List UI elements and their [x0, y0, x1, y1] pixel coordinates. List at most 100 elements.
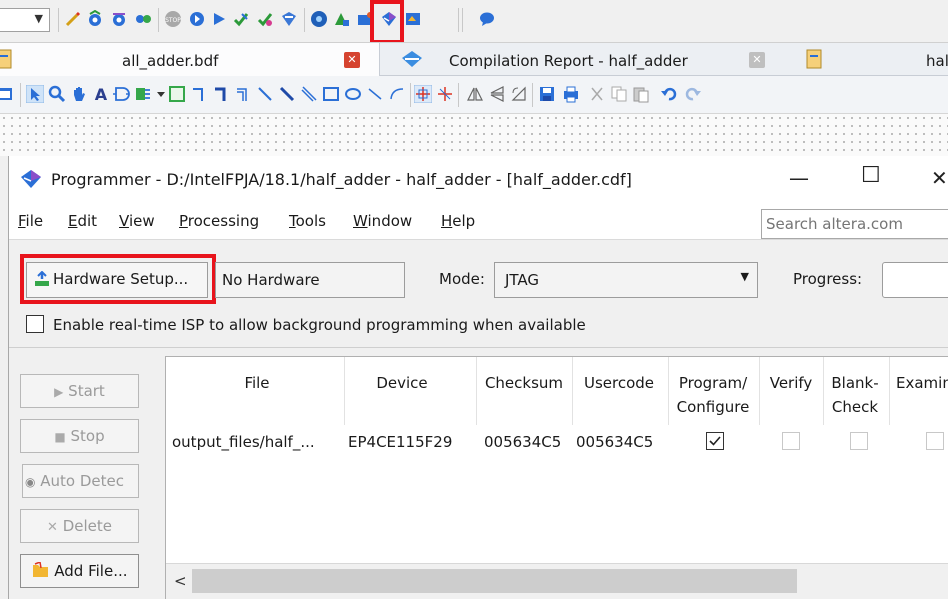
synthesis-gear-icon[interactable] — [110, 10, 128, 28]
assembler-icon[interactable] — [256, 10, 274, 28]
close-icon[interactable]: ✕ — [749, 52, 765, 68]
tab-label: Compilation Report - half_adder — [449, 52, 688, 70]
start-icon: ▶ — [54, 385, 64, 399]
close-button[interactable]: ✕ — [931, 166, 948, 190]
symbol-tool-icon[interactable] — [112, 85, 130, 103]
header-file[interactable]: File — [232, 371, 282, 395]
menu-file[interactable]: File — [18, 212, 43, 230]
paste-icon[interactable] — [632, 85, 650, 103]
hand-pan-icon[interactable] — [70, 85, 88, 103]
scrollbar-thumb[interactable] — [192, 569, 797, 593]
menu-view[interactable]: View — [119, 212, 155, 230]
check-arrow-icon[interactable] — [232, 10, 250, 28]
pin-planner-icon[interactable] — [332, 10, 350, 28]
pencil-icon[interactable] — [64, 10, 82, 28]
diagonal-node-icon[interactable] — [256, 85, 274, 103]
header-device[interactable]: Device — [362, 371, 442, 395]
column-divider — [476, 357, 477, 425]
cut-icon[interactable] — [588, 85, 606, 103]
blank-check-checkbox[interactable] — [850, 432, 868, 450]
mode-select[interactable]: JTAG ▼ — [494, 262, 758, 298]
delete-button[interactable]: ✕ Delete — [20, 509, 139, 543]
line-tool-icon[interactable] — [366, 85, 384, 103]
close-icon[interactable]: ✕ — [344, 52, 360, 68]
toolbar-dropdown[interactable]: ▼ — [0, 8, 50, 32]
menu-edit[interactable]: Edit — [68, 212, 97, 230]
menu-processing[interactable]: Processing — [179, 212, 259, 230]
add-file-button[interactable]: Add File... — [20, 554, 139, 588]
menu-window[interactable]: Window — [353, 212, 412, 230]
examine-checkbox[interactable] — [926, 432, 944, 450]
column-divider — [572, 357, 573, 425]
mode-label: Mode: — [439, 270, 485, 288]
flip-horizontal-icon[interactable] — [466, 85, 484, 103]
rotate-icon[interactable] — [510, 85, 528, 103]
action-buttons: ▶ Start ■ Stop ◉ Auto Detec ✕ Delete Add… — [9, 348, 161, 599]
flip-vertical-icon[interactable] — [488, 85, 506, 103]
window-icon[interactable] — [0, 85, 14, 103]
compile-icon[interactable] — [188, 10, 206, 28]
rubberbanding-icon[interactable] — [436, 85, 454, 103]
tab-all-adder[interactable]: all_adder.bdf ✕ — [0, 43, 380, 76]
timing-icon[interactable] — [280, 10, 298, 28]
block-tool-icon[interactable] — [168, 85, 186, 103]
header-program-configure[interactable]: Program/ Configure — [670, 371, 756, 419]
save-icon[interactable] — [538, 85, 556, 103]
maximize-button[interactable]: ☐ — [861, 163, 881, 188]
pin-tool-icon[interactable] — [134, 85, 152, 103]
chat-bubble-icon[interactable] — [478, 10, 496, 28]
column-divider — [823, 357, 824, 425]
tab-compilation-report[interactable]: Compilation Report - half_adder ✕ — [381, 43, 771, 76]
undo-icon[interactable] — [660, 85, 678, 103]
zoom-icon[interactable] — [48, 85, 66, 103]
fitter-icon[interactable] — [134, 10, 152, 28]
diagonal-bus-icon[interactable] — [278, 85, 296, 103]
progress-bar — [882, 262, 948, 298]
header-verify[interactable]: Verify — [761, 371, 821, 395]
oval-tool-icon[interactable] — [344, 85, 362, 103]
chevron-down-icon[interactable] — [156, 85, 166, 103]
print-icon[interactable] — [562, 85, 580, 103]
start-button[interactable]: ▶ Start — [20, 374, 139, 408]
cell-usercode: 005634C5 — [576, 433, 654, 451]
menu-tools[interactable]: Tools — [289, 212, 326, 230]
scroll-left-icon[interactable]: < — [174, 572, 187, 590]
stop-icon[interactable]: STOP — [164, 10, 182, 28]
copy-icon[interactable] — [610, 85, 628, 103]
stop-button[interactable]: ■ Stop — [20, 419, 139, 453]
header-blank-check[interactable]: Blank- Check — [825, 371, 885, 419]
arc-tool-icon[interactable] — [388, 85, 406, 103]
auto-detect-button[interactable]: ◉ Auto Detec — [22, 464, 139, 498]
analysis-gear-icon[interactable] — [86, 10, 104, 28]
minimize-button[interactable]: — — [789, 166, 809, 190]
delete-icon: ✕ — [47, 520, 58, 535]
program-checkbox[interactable] — [706, 432, 724, 450]
main-toolbar: ▼ STOP — [0, 0, 948, 44]
cell-checksum: 005634C5 — [484, 433, 562, 451]
search-input[interactable] — [761, 209, 948, 239]
rectangle-tool-icon[interactable] — [322, 85, 340, 103]
redo-icon[interactable] — [684, 85, 702, 103]
header-examine[interactable]: Examin — [896, 371, 948, 395]
tab-half-adder[interactable]: hal — [790, 43, 948, 76]
header-blank-line2: Check — [831, 398, 879, 416]
header-usercode[interactable]: Usercode — [574, 371, 664, 395]
platform-designer-icon[interactable] — [404, 10, 422, 28]
diagonal-conduit-icon[interactable] — [300, 85, 318, 103]
header-checksum[interactable]: Checksum — [480, 371, 568, 395]
partial-line-select-icon[interactable] — [414, 85, 432, 103]
orthogonal-bus-icon[interactable] — [212, 85, 230, 103]
selection-tool-icon[interactable] — [26, 85, 44, 103]
play-icon[interactable] — [210, 10, 228, 28]
horizontal-scrollbar[interactable]: < — [166, 563, 948, 599]
schematic-canvas[interactable] — [0, 114, 948, 156]
verify-checkbox[interactable] — [782, 432, 800, 450]
orthogonal-node-icon[interactable] — [190, 85, 208, 103]
window-title-bar[interactable]: Programmer - D:/IntelFPJA/18.1/half_adde… — [9, 156, 948, 204]
delete-label: Delete — [62, 517, 112, 535]
orthogonal-conduit-icon[interactable] — [234, 85, 252, 103]
isp-checkbox[interactable] — [26, 315, 44, 333]
menu-help[interactable]: Help — [441, 212, 475, 230]
text-tool-icon[interactable]: A — [92, 85, 110, 103]
netlist-viewer-icon[interactable] — [310, 10, 328, 28]
